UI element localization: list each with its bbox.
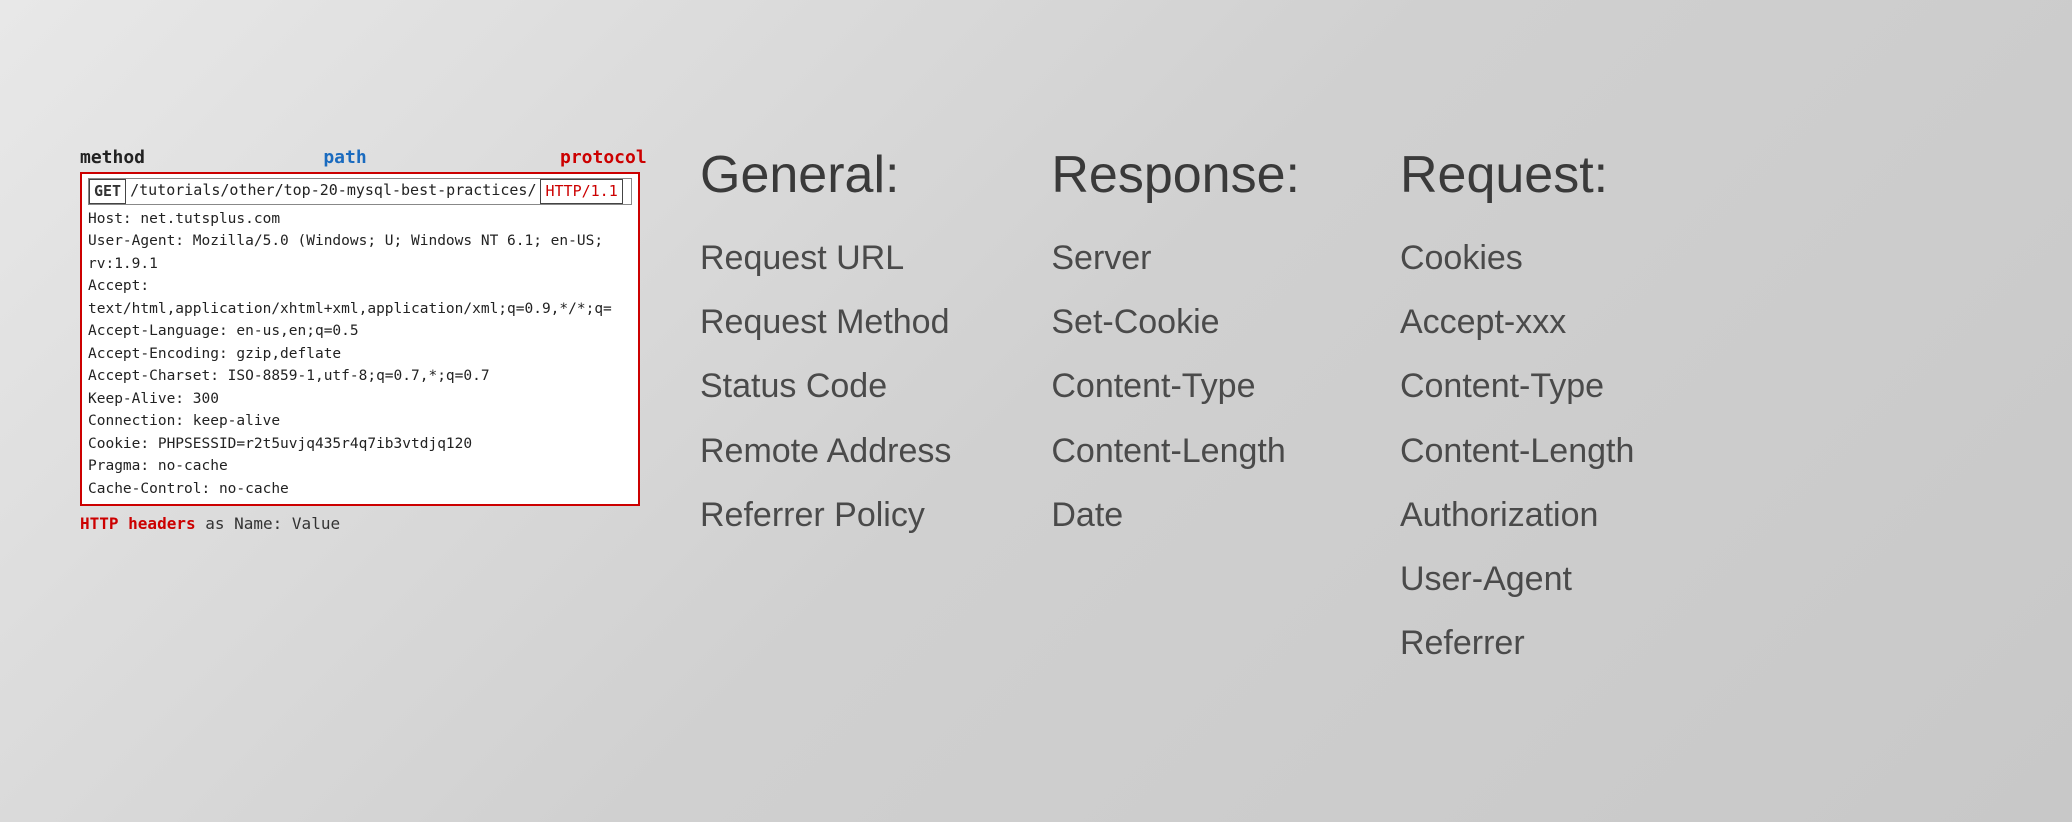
header-line: Cache-Control: no-cache [88,478,632,500]
header-line: User-Agent: Mozilla/5.0 (Windows; U; Win… [88,230,632,275]
request-item: Authorization [1400,483,1634,547]
caption: HTTP headers as Name: Value [80,514,640,533]
protocol-label: protocol [560,147,640,168]
http-panel: method path protocol GET /tutorials/othe… [80,147,640,533]
general-title: General: [700,147,951,204]
request-title: Request: [1400,147,1634,204]
info-columns: General: Request URLRequest MethodStatus … [700,147,1992,676]
caption-normal: as Name: Value [196,514,341,533]
general-item: Referrer Policy [700,483,951,547]
main-container: method path protocol GET /tutorials/othe… [0,87,2072,736]
request-item: Cookies [1400,226,1634,290]
header-line: Accept-Charset: ISO-8859-1,utf-8;q=0.7,*… [88,365,632,387]
request-item: User-Agent [1400,547,1634,611]
column-request: Request: CookiesAccept-xxxContent-TypeCon… [1400,147,1634,676]
general-item: Request URL [700,226,951,290]
protocol-value: HTTP/1.1 [540,179,622,204]
request-item: Referrer [1400,611,1634,675]
request-item: Accept-xxx [1400,290,1634,354]
column-general: General: Request URLRequest MethodStatus … [700,147,951,676]
response-item: Server [1051,226,1300,290]
header-line: Accept-Language: en-us,en;q=0.5 [88,320,632,342]
response-item: Content-Length [1051,419,1300,483]
caption-highlight: HTTP headers [80,514,196,533]
request-item: Content-Length [1400,419,1634,483]
general-item: Status Code [700,354,951,418]
method-label: method [80,147,130,168]
header-line: Pragma: no-cache [88,455,632,477]
request-line: GET /tutorials/other/top-20-mysql-best-p… [88,178,632,205]
header-line: Cookie: PHPSESSID=r2t5uvjq435r4q7ib3vtdj… [88,433,632,455]
http-request-box: GET /tutorials/other/top-20-mysql-best-p… [80,172,640,506]
request-item: Content-Type [1400,354,1634,418]
http-labels: method path protocol [80,147,640,168]
general-item: Request Method [700,290,951,354]
path-value: /tutorials/other/top-20-mysql-best-pract… [126,179,540,204]
headers-block: Host: net.tutsplus.comUser-Agent: Mozill… [88,208,632,500]
header-line: Keep-Alive: 300 [88,388,632,410]
response-item: Set-Cookie [1051,290,1300,354]
path-label: path [140,147,550,168]
header-line: Host: net.tutsplus.com [88,208,632,230]
method-value: GET [89,179,126,204]
response-item: Date [1051,483,1300,547]
header-line: Accept-Encoding: gzip,deflate [88,343,632,365]
response-item: Content-Type [1051,354,1300,418]
response-title: Response: [1051,147,1300,204]
general-item: Remote Address [700,419,951,483]
header-line: Accept: text/html,application/xhtml+xml,… [88,275,632,320]
header-line: Connection: keep-alive [88,410,632,432]
column-response: Response: ServerSet-CookieContent-TypeCon… [1051,147,1300,676]
